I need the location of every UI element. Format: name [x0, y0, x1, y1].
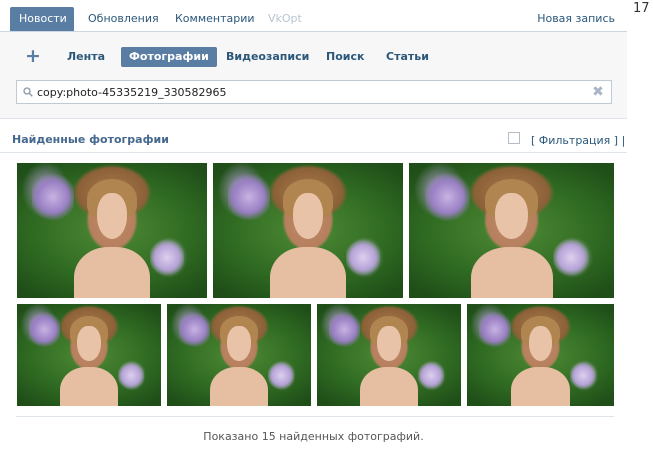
- search-box: ✖: [16, 80, 612, 104]
- search-icon: [23, 87, 33, 97]
- news-page: Новости Обновления Комментарии VkOpt Нов…: [0, 0, 627, 450]
- photo-face: [227, 326, 251, 362]
- tab-vkopt: VkOpt: [268, 12, 302, 25]
- photo-shoulders: [74, 246, 150, 298]
- results-divider: [16, 416, 614, 417]
- photo-shoulders: [511, 367, 570, 406]
- tab-comments[interactable]: Комментарии: [175, 7, 255, 31]
- search-input[interactable]: [37, 81, 587, 103]
- results-header: Найденные фотографии [ Фильтрация ] |: [0, 119, 627, 153]
- tab-photos[interactable]: Фотографии: [121, 47, 217, 67]
- photo-thumbnail[interactable]: [17, 163, 207, 298]
- photo-flowers: [32, 169, 74, 224]
- photo-flowers: [417, 360, 444, 391]
- photo-face: [292, 192, 324, 239]
- photo-shoulders: [210, 367, 268, 406]
- photo-flowers: [117, 360, 144, 391]
- side-counter: 17: [633, 1, 650, 16]
- photo-thumbnail[interactable]: [467, 304, 614, 406]
- clear-search-icon[interactable]: ✖: [591, 84, 605, 100]
- new-post-link[interactable]: Новая запись: [537, 7, 615, 31]
- photo-face: [377, 326, 401, 362]
- photo-flowers: [346, 237, 381, 278]
- results-title: Найденные фотографии: [12, 133, 169, 146]
- tab-updates[interactable]: Обновления: [88, 7, 159, 31]
- photo-thumbnail[interactable]: [17, 304, 161, 406]
- tab-videos[interactable]: Видеозаписи: [226, 47, 309, 67]
- photo-flowers: [150, 237, 185, 278]
- photo-thumbnail[interactable]: [213, 163, 403, 298]
- photo-face: [77, 326, 101, 362]
- photo-shoulders: [470, 246, 553, 298]
- tab-articles[interactable]: Статьи: [386, 47, 429, 67]
- top-tabs: Новости Обновления Комментарии VkOpt Нов…: [0, 0, 627, 32]
- photo-shoulders: [360, 367, 418, 406]
- photo-face: [96, 192, 128, 239]
- photo-face: [495, 192, 528, 239]
- results-summary: Показано 15 найденных фотографий.: [203, 430, 424, 443]
- filter-panel: + Лента Фотографии Видеозаписи Поиск Ста…: [0, 32, 627, 119]
- add-source-button[interactable]: +: [24, 45, 42, 67]
- photo-shoulders: [270, 246, 346, 298]
- filter-link[interactable]: [ Фильтрация ] |: [531, 134, 625, 147]
- photo-thumbnail[interactable]: [317, 304, 461, 406]
- photo-flowers: [552, 237, 590, 278]
- photo-thumbnail[interactable]: [167, 304, 311, 406]
- photo-flowers: [267, 360, 294, 391]
- photo-shoulders: [60, 367, 118, 406]
- photo-thumbnail[interactable]: [409, 163, 614, 298]
- photo-face: [528, 326, 553, 362]
- photo-flowers: [425, 169, 471, 224]
- tab-news[interactable]: Новости: [10, 7, 74, 31]
- tab-search[interactable]: Поиск: [326, 47, 364, 67]
- tab-feed[interactable]: Лента: [67, 47, 105, 67]
- filter-checkbox[interactable]: [508, 132, 520, 144]
- photo-flowers: [569, 360, 597, 391]
- photo-flowers: [178, 309, 211, 350]
- photo-flowers: [228, 169, 270, 224]
- photo-flowers: [28, 309, 61, 350]
- photo-flowers: [328, 309, 361, 350]
- photo-flowers: [478, 309, 512, 350]
